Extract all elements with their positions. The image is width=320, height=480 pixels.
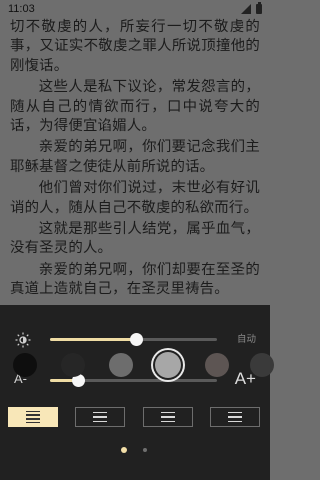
battery-icon: [256, 2, 262, 14]
line-spacing-icon: [228, 411, 242, 423]
status-bar: 11:03: [0, 0, 270, 18]
theme-black-swatch[interactable]: [13, 353, 37, 377]
reader-paragraph: 亲爱的弟兄啊，你们却要在至圣的真道上造就自己，在圣灵里祷告。: [10, 261, 260, 298]
line-spacing-icon: [26, 410, 40, 424]
reading-settings-panel: 自动 A- A+: [0, 305, 274, 480]
reader-paragraph: 切不敬虔的人，所妄行一切不敬虔的事，又证实不敬虔之罪人所说顶撞他的刚愎话。: [10, 19, 260, 74]
brightness-auto-toggle[interactable]: 自动: [237, 331, 256, 345]
brightness-slider[interactable]: [50, 333, 217, 346]
brightness-slider-thumb[interactable]: [130, 333, 144, 346]
spacing-loose-button[interactable]: [143, 407, 193, 427]
reader-content: 切不敬虔的人，所妄行一切不敬虔的事，又证实不敬虔之罪人所说顶撞他的刚愎话。 这些人…: [0, 18, 270, 306]
status-icons: [241, 2, 270, 14]
reader-paragraph: 这就是那些引人结党，属乎血气，没有圣灵的人。: [10, 221, 260, 257]
reader-paragraph: 他们曾对你们说过，末世必有好讥诮的人，随从自己不敬虔的私欲而行。: [10, 180, 260, 216]
spacing-normal-button[interactable]: [75, 407, 125, 427]
theme-gray-swatch[interactable]: [109, 353, 133, 377]
brightness-slider-fill: [50, 338, 137, 341]
page-dot[interactable]: [143, 448, 147, 452]
font-size-slider[interactable]: [50, 374, 217, 387]
spacing-compact-button[interactable]: [8, 407, 58, 427]
theme-charcoal-swatch[interactable]: [61, 353, 85, 377]
reader-paragraph: 这些人是私下议论，常发怨言的，随从自己的情欲而行，口中说夸大的话，为得便宜谄媚人…: [10, 79, 260, 135]
line-spacing-icon: [161, 411, 175, 423]
theme-taupe-swatch[interactable]: [205, 353, 229, 377]
theme-light-gray-swatch[interactable]: [155, 352, 181, 378]
signal-icon: [241, 4, 251, 14]
status-time: 11:03: [8, 3, 35, 15]
spacing-wide-button[interactable]: [210, 407, 260, 427]
brightness-icon: [15, 332, 31, 348]
page-dot[interactable]: [121, 447, 127, 453]
line-spacing-icon: [93, 411, 107, 423]
reader-paragraph: 亲爱的弟兄啊，你们要记念我们主耶稣基督之使徒从前所说的话。: [10, 139, 260, 175]
theme-dark-partial-swatch[interactable]: [250, 353, 274, 377]
